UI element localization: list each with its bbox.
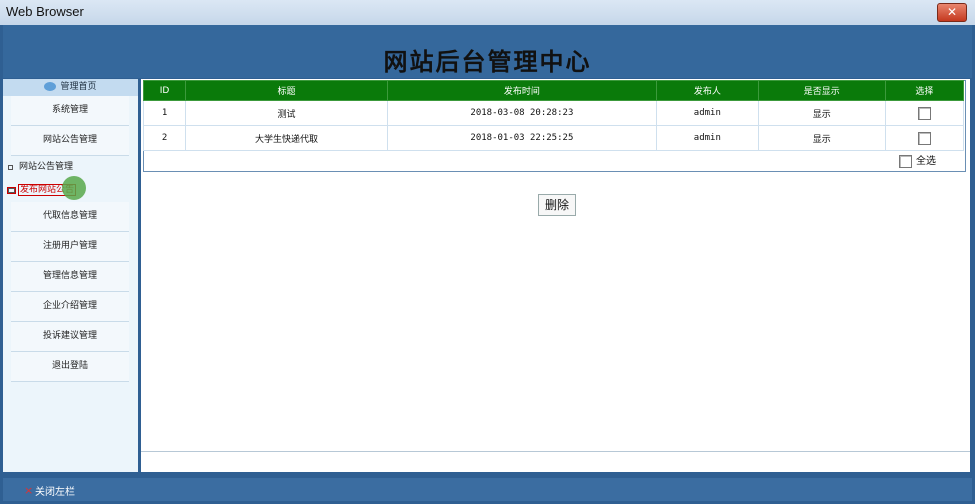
col-show: 是否显示 (757, 80, 886, 101)
row-checkbox[interactable] (917, 106, 931, 120)
cursor-highlight-icon (62, 176, 86, 200)
col-id: ID (142, 80, 187, 101)
window-title: Web Browser (6, 4, 84, 19)
close-left-link[interactable]: 关闭左栏 (35, 483, 75, 498)
cell-show: 显示 (757, 125, 886, 151)
cell-select (884, 100, 965, 126)
sidebar-item-users[interactable]: 注册用户管理 (11, 232, 129, 262)
cell-id: 1 (142, 100, 187, 126)
table-row: 2 大学生快递代取 2018-01-03 22:25:25 admin 显示 (142, 125, 965, 151)
bullet-icon (7, 187, 16, 194)
cell-title: 大学生快递代取 (185, 125, 388, 151)
select-all[interactable]: 全选 (899, 152, 936, 168)
main-bottom-bar (141, 451, 970, 472)
main-panel: ID 标题 发布时间 发布人 是否显示 选择 1 测试 2018-03-08 2… (141, 79, 970, 472)
sidebar-item-company[interactable]: 企业介绍管理 (11, 292, 129, 322)
sidebar: 管理首页 系统管理 网站公告管理 网站公告管理 发布网站公告 代取信息管理 注册… (3, 79, 138, 472)
sidebar-item-system[interactable]: 系统管理 (11, 96, 129, 126)
cell-time: 2018-01-03 22:25:25 (386, 125, 657, 151)
sidebar-item-announcement[interactable]: 网站公告管理 (11, 126, 129, 156)
cell-select (884, 125, 965, 151)
page-header: 网站后台管理中心 (3, 25, 972, 78)
sidebar-item-complaints[interactable]: 投诉建议管理 (11, 322, 129, 352)
cell-time: 2018-03-08 20:28:23 (386, 100, 657, 126)
sidebar-item-logout[interactable]: 退出登陆 (11, 352, 129, 382)
cell-author: admin (655, 100, 759, 126)
announcement-table: ID 标题 发布时间 发布人 是否显示 选择 1 测试 2018-03-08 2… (142, 80, 965, 151)
page-title: 网站后台管理中心 (383, 47, 592, 76)
col-author: 发布人 (655, 80, 759, 101)
home-icon (44, 82, 57, 91)
cell-show: 显示 (757, 100, 886, 126)
col-select: 选择 (884, 80, 965, 101)
sidebar-item-admin-info[interactable]: 管理信息管理 (11, 262, 129, 292)
window-titlebar: Web Browser ✕ (0, 0, 975, 26)
col-time: 发布时间 (386, 80, 657, 101)
cell-author: admin (655, 125, 759, 151)
sidebar-item-pickup[interactable]: 代取信息管理 (11, 202, 129, 232)
row-checkbox[interactable] (917, 131, 931, 145)
cell-title: 测试 (185, 100, 388, 126)
table-header-row: ID 标题 发布时间 发布人 是否显示 选择 (142, 80, 965, 101)
close-left-icon[interactable]: × (24, 484, 33, 497)
bullet-icon (8, 165, 13, 170)
delete-button[interactable]: 删除 (538, 194, 576, 216)
sidebar-home-link[interactable]: 管理首页 (3, 79, 138, 96)
col-title: 标题 (185, 80, 388, 101)
footer-bar: × 关闭左栏 (3, 478, 972, 501)
close-window-button[interactable]: ✕ (937, 3, 967, 22)
select-all-checkbox[interactable] (899, 154, 912, 168)
table-row: 1 测试 2018-03-08 20:28:23 admin 显示 (142, 100, 965, 126)
cell-id: 2 (142, 125, 187, 151)
